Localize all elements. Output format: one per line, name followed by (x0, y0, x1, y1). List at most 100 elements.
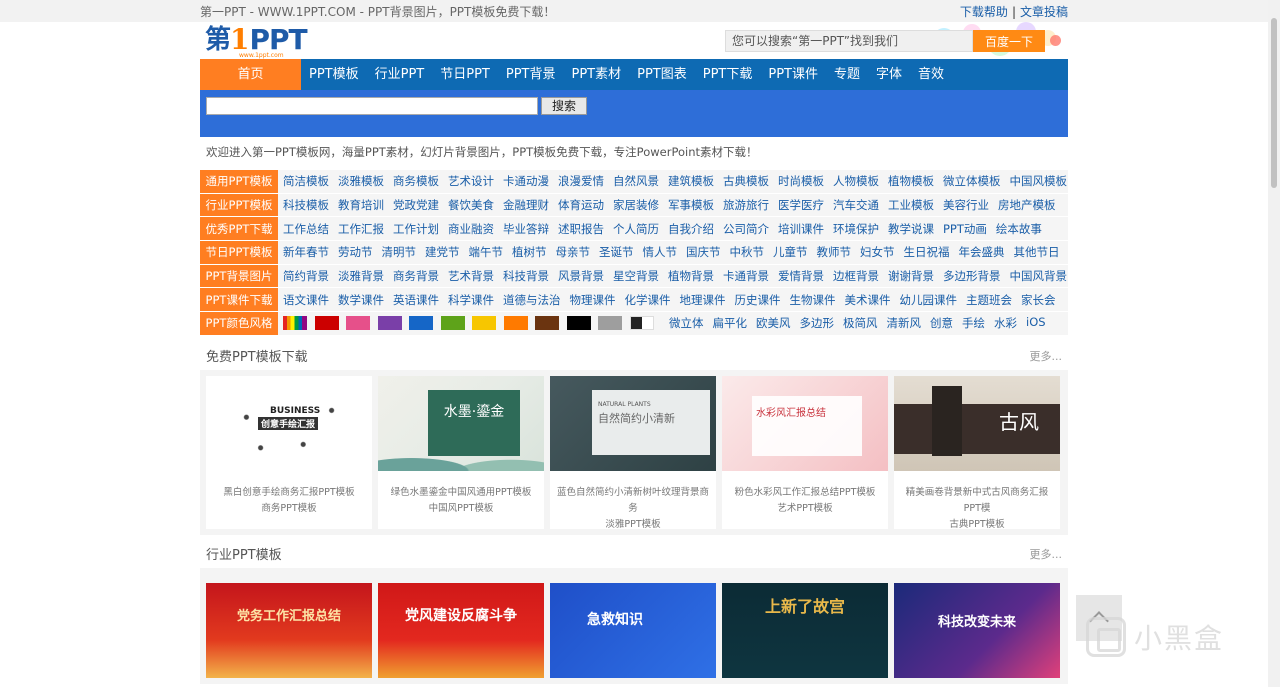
category-link[interactable]: 建党节 (425, 244, 460, 260)
section-industry-more-link[interactable]: 更多... (1030, 546, 1063, 562)
site-logo[interactable]: 第 1 PPT www.1ppt.com (205, 26, 308, 60)
category-link[interactable]: 述职报告 (558, 221, 604, 237)
template-caption[interactable]: 蓝色自然简约小清新树叶纹理背景商务 淡雅PPT模板 (550, 471, 716, 530)
style-link[interactable]: 多边形 (800, 315, 835, 331)
section-free-more-link[interactable]: 更多... (1030, 348, 1063, 364)
nav-ppt-backgrounds[interactable]: PPT背景 (498, 59, 564, 90)
style-link[interactable]: 创意 (930, 315, 953, 331)
category-link[interactable]: 星空背景 (613, 268, 659, 284)
category-link[interactable]: 医学医疗 (778, 197, 824, 213)
template-caption[interactable]: 绿色水墨鎏金中国风通用PPT模板 中国风PPT模板 (378, 471, 544, 529)
category-label[interactable]: PPT颜色风格 (200, 312, 278, 335)
category-label[interactable]: 通用PPT模板 (200, 170, 278, 193)
site-search-button[interactable]: 搜索 (541, 97, 587, 115)
category-link[interactable]: 儿童节 (773, 244, 808, 260)
color-swatch[interactable] (566, 316, 591, 331)
color-swatch[interactable] (409, 316, 433, 331)
template-card[interactable]: 古风 精美画卷背景新中式古风商务汇报PPT模 古典PPT模板 (894, 375, 1060, 530)
category-link[interactable]: 微立体模板 (943, 173, 1001, 189)
category-link[interactable]: 植物背景 (668, 268, 714, 284)
category-link[interactable]: 中秋节 (730, 244, 765, 260)
category-link[interactable]: PPT动画 (943, 221, 987, 237)
color-swatch[interactable] (440, 316, 465, 331)
nav-fonts[interactable]: 字体 (868, 59, 910, 90)
nav-ppt-templates[interactable]: PPT模板 (301, 59, 367, 90)
category-link[interactable]: 科技背景 (503, 268, 549, 284)
template-card[interactable]: 上新了故宫 (722, 582, 888, 678)
category-link[interactable]: 情人节 (643, 244, 678, 260)
category-link[interactable]: 生日祝福 (904, 244, 950, 260)
style-link[interactable]: iOS (1026, 315, 1046, 331)
category-link[interactable]: 毕业答辩 (503, 221, 549, 237)
category-link[interactable]: 卡通背景 (723, 268, 769, 284)
category-link[interactable]: 卡通动漫 (503, 173, 549, 189)
category-link[interactable]: 国庆节 (686, 244, 721, 260)
template-title[interactable]: 粉色水彩风工作汇报总结PPT模板 (726, 485, 884, 501)
template-category[interactable]: 淡雅PPT模板 (554, 517, 712, 533)
nav-home[interactable]: 首页 (200, 59, 301, 90)
category-link[interactable]: 数学课件 (338, 292, 384, 308)
template-thumbnail[interactable]: 急救知识 (550, 582, 716, 678)
category-link[interactable]: 母亲节 (556, 244, 591, 260)
category-link[interactable]: 清明节 (382, 244, 417, 260)
category-link[interactable]: 生物课件 (790, 292, 836, 308)
template-caption[interactable]: 精美画卷背景新中式古风商务汇报PPT模 古典PPT模板 (894, 471, 1060, 530)
category-link[interactable]: 主题班会 (966, 292, 1012, 308)
category-link[interactable]: 房地产模板 (998, 197, 1056, 213)
category-link[interactable]: 中国风模板 (1010, 173, 1068, 189)
template-category[interactable]: 古典PPT模板 (898, 517, 1056, 533)
category-link[interactable]: 军事模板 (668, 197, 714, 213)
category-link[interactable]: 简约背景 (283, 268, 329, 284)
category-link[interactable]: 家长会 (1021, 292, 1056, 308)
category-link[interactable]: 工作汇报 (338, 221, 384, 237)
template-thumbnail[interactable]: BUSINESS 创意手绘汇报 (206, 375, 372, 471)
category-link[interactable]: 简洁模板 (283, 173, 329, 189)
category-link[interactable]: 植树节 (512, 244, 547, 260)
page-scrollbar[interactable] (1268, 0, 1280, 687)
category-link[interactable]: 教学说课 (888, 221, 934, 237)
template-category[interactable]: 中国风PPT模板 (382, 501, 540, 517)
color-swatch[interactable] (472, 316, 496, 331)
category-link[interactable]: 科学课件 (448, 292, 494, 308)
template-category[interactable]: 艺术PPT模板 (726, 501, 884, 517)
category-link[interactable]: 中国风背景 (1010, 268, 1068, 284)
category-link[interactable]: 体育运动 (558, 197, 604, 213)
template-card[interactable]: 水墨·鎏金 绿色水墨鎏金中国风通用PPT模板 中国风PPT模板 (378, 375, 544, 529)
style-link[interactable]: 极简风 (843, 315, 878, 331)
category-link[interactable]: 风景背景 (558, 268, 604, 284)
template-card[interactable]: 水彩风汇报总结 粉色水彩风工作汇报总结PPT模板 艺术PPT模板 (722, 375, 888, 529)
category-link[interactable]: 年会盛典 (959, 244, 1005, 260)
style-link[interactable]: 微立体 (669, 315, 704, 331)
style-link[interactable]: 手绘 (962, 315, 985, 331)
category-link[interactable]: 新年春节 (283, 244, 329, 260)
category-link[interactable]: 旅游旅行 (723, 197, 769, 213)
category-link[interactable]: 艺术设计 (448, 173, 494, 189)
category-link[interactable]: 圣诞节 (599, 244, 634, 260)
style-link[interactable]: 水彩 (994, 315, 1017, 331)
category-link[interactable]: 建筑模板 (668, 173, 714, 189)
category-link[interactable]: 科技模板 (283, 197, 329, 213)
template-thumbnail[interactable]: 党务工作汇报总结 (206, 582, 372, 678)
template-thumbnail[interactable]: 党风建设反腐斗争 (378, 582, 544, 678)
category-link[interactable]: 英语课件 (393, 292, 439, 308)
baidu-search-input[interactable] (725, 30, 973, 52)
nav-holiday-ppt[interactable]: 节日PPT (432, 59, 498, 90)
category-link[interactable]: 艺术背景 (448, 268, 494, 284)
submit-article-link[interactable]: 文章投稿 (1020, 5, 1068, 19)
category-link[interactable]: 劳动节 (338, 244, 373, 260)
download-help-link[interactable]: 下载帮助 (960, 5, 1008, 19)
color-swatch[interactable] (535, 316, 559, 331)
template-title[interactable]: 蓝色自然简约小清新树叶纹理背景商务 (554, 485, 712, 517)
category-link[interactable]: 端午节 (469, 244, 504, 260)
template-thumbnail[interactable]: 上新了故宫 (722, 582, 888, 678)
template-thumbnail[interactable]: NATURAL PLANTS 自然简约小清新 (550, 375, 716, 471)
category-link[interactable]: 古典模板 (723, 173, 769, 189)
template-card[interactable]: 党风建设反腐斗争 (378, 582, 544, 678)
template-thumbnail[interactable]: 科技改变未来 (894, 582, 1060, 678)
style-link[interactable]: 清新风 (887, 315, 922, 331)
style-link[interactable]: 欧美风 (756, 315, 791, 331)
category-link[interactable]: 汽车交通 (833, 197, 879, 213)
category-label[interactable]: 优秀PPT下载 (200, 217, 278, 241)
nav-ppt-materials[interactable]: PPT素材 (564, 59, 630, 90)
category-label[interactable]: PPT课件下载 (200, 288, 278, 312)
